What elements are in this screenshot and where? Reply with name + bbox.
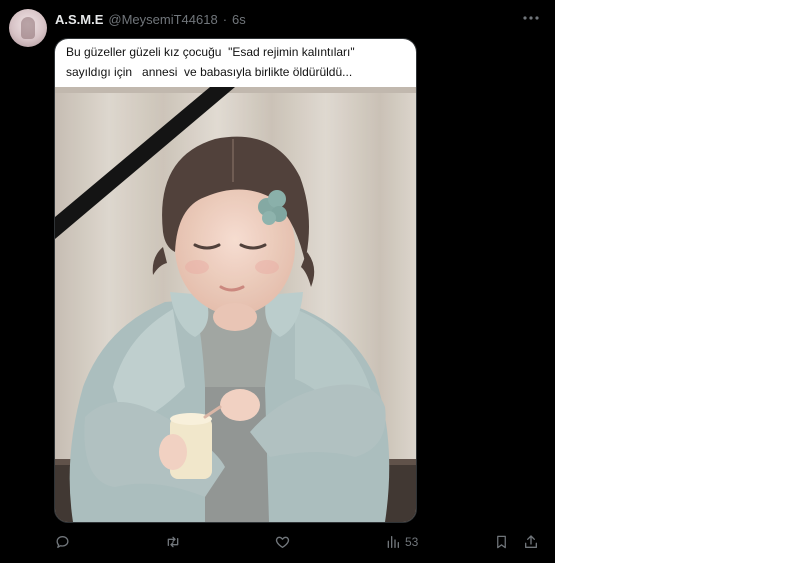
separator-dot: · <box>222 11 228 27</box>
tweet-time[interactable]: 6s <box>232 12 246 27</box>
blank-page-area <box>555 0 800 563</box>
views-chart-icon <box>387 536 399 548</box>
more-horizontal-icon[interactable] <box>520 8 542 28</box>
share-button[interactable] <box>523 534 539 550</box>
reply-icon <box>56 536 69 548</box>
reply-button[interactable] <box>54 534 71 550</box>
tweet-media[interactable]: Bu güzeller güzeli kız çocuğu "Esad reji… <box>54 38 417 523</box>
girl-photo <box>55 87 416 522</box>
caption-line-2: sayıldıgı için annesi ve babasıyla birli… <box>66 65 353 79</box>
tweet-card[interactable]: A.S.M.E @MeysemiT44618 · 6s Bu güzeller … <box>0 0 555 563</box>
author-name[interactable]: A.S.M.E <box>55 12 103 27</box>
avatar-figure <box>21 17 35 39</box>
views-button[interactable]: 53 <box>385 534 418 550</box>
views-count: 53 <box>405 535 419 549</box>
avatar[interactable] <box>9 9 47 47</box>
author-handle[interactable]: @MeysemiT44618 <box>108 12 217 27</box>
share-icon <box>525 535 537 548</box>
media-caption: Bu güzeller güzeli kız çocuğu "Esad reji… <box>55 39 416 87</box>
retweet-button[interactable] <box>164 534 182 550</box>
bookmark-button[interactable] <box>494 534 509 550</box>
tweet-header: A.S.M.E @MeysemiT44618 · 6s <box>55 10 246 28</box>
bookmark-icon <box>497 535 506 549</box>
like-button[interactable] <box>274 534 291 550</box>
heart-icon <box>275 536 290 548</box>
retweet-icon <box>167 536 179 548</box>
caption-line-1: Bu güzeller güzeli kız çocuğu "Esad reji… <box>66 45 355 59</box>
